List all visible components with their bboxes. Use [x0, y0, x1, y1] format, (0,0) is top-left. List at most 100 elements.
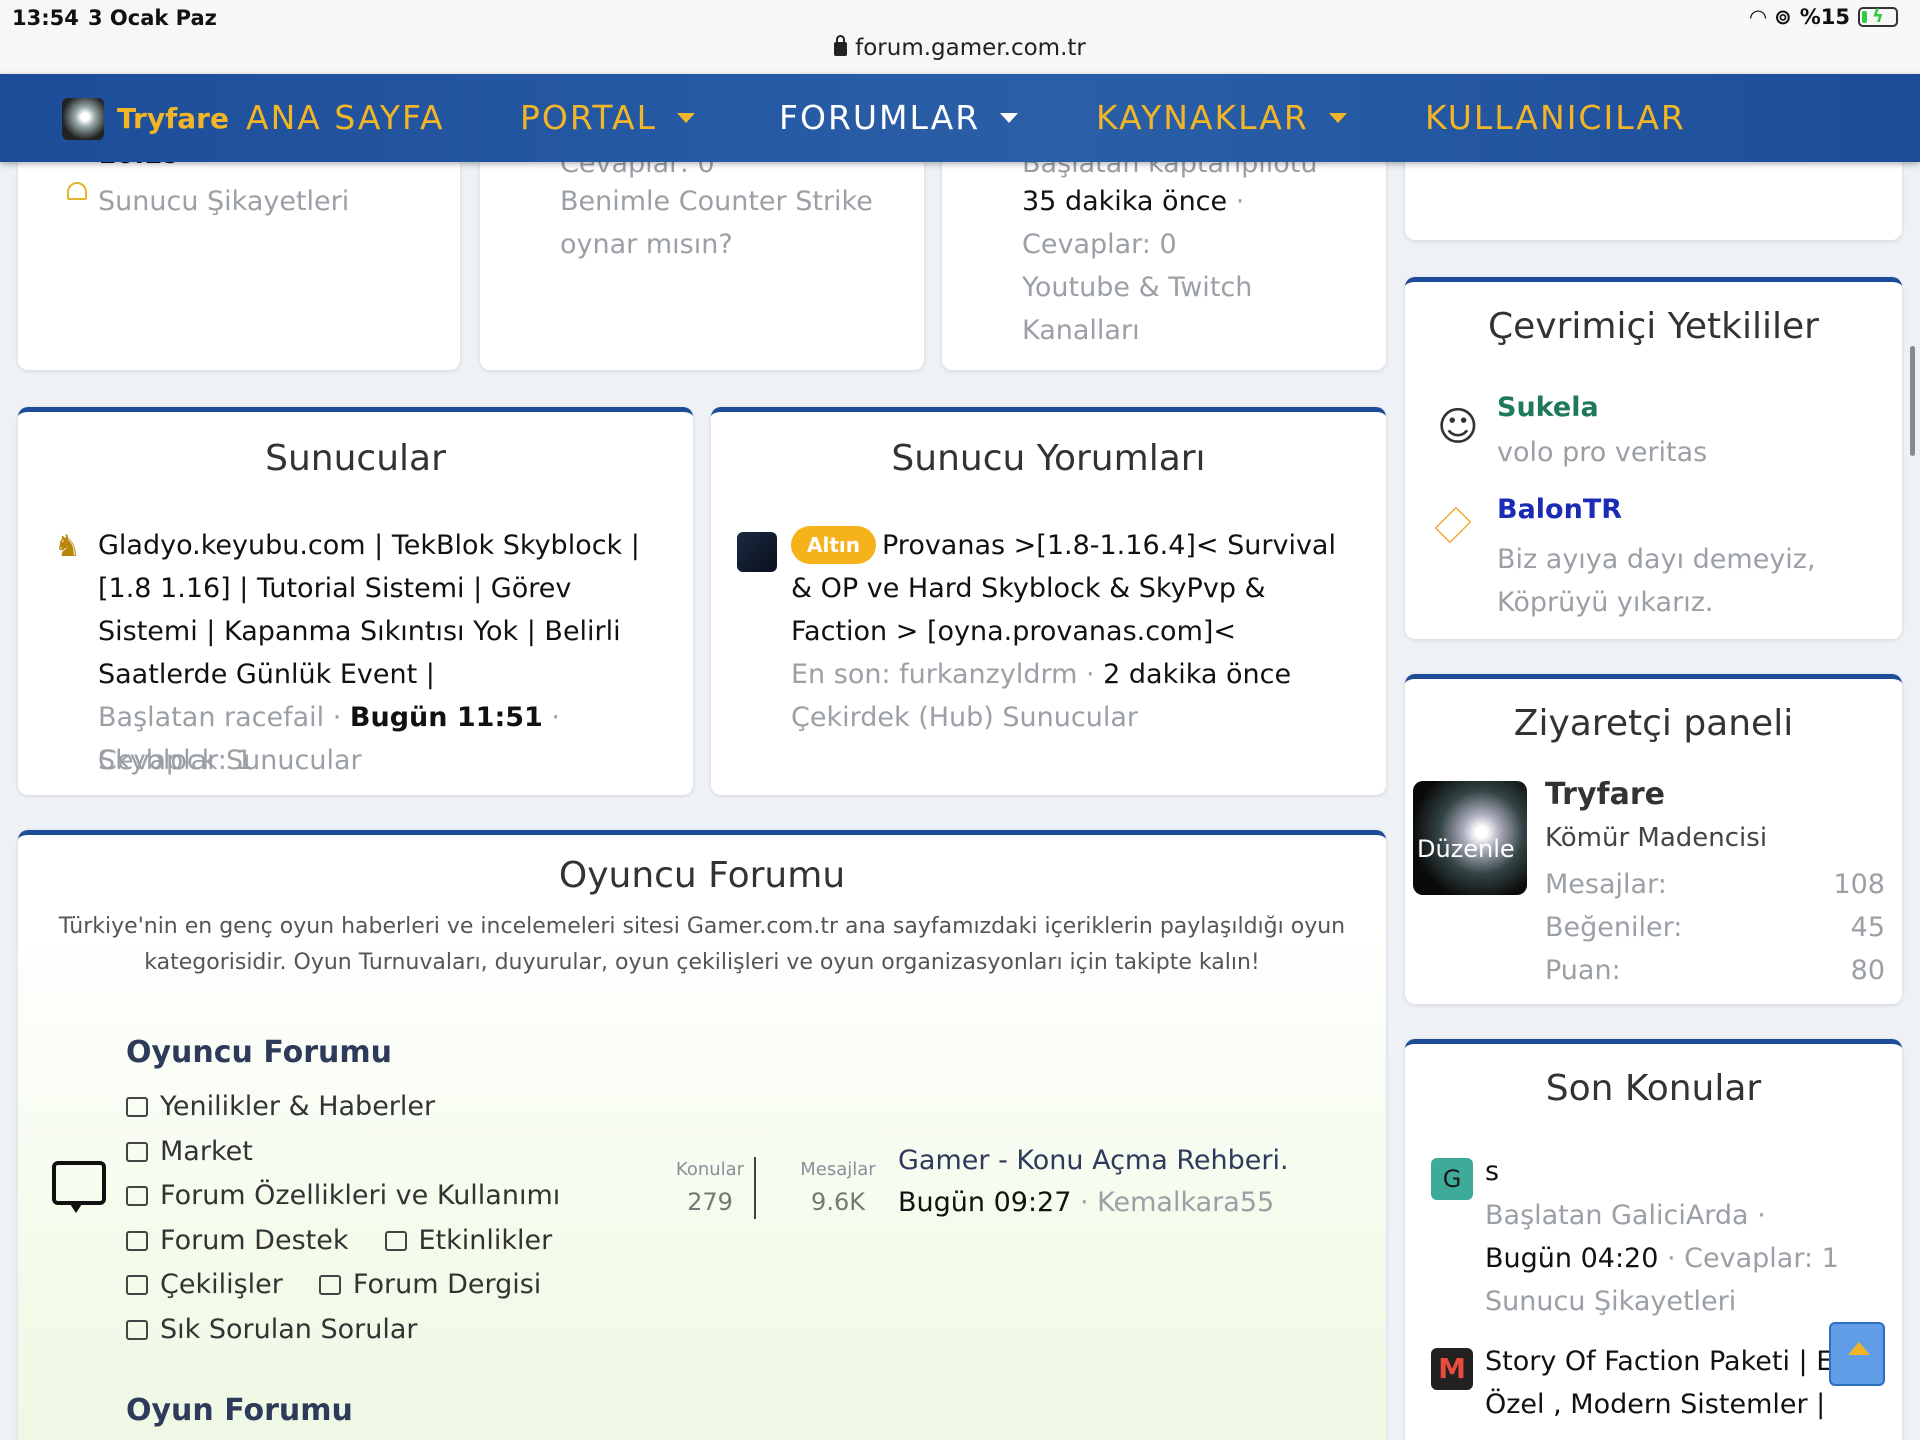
player-forum-title: Oyuncu Forumu: [558, 855, 846, 896]
speech-icon: [384, 1230, 407, 1251]
scroll-to-top-button[interactable]: [1829, 1322, 1885, 1386]
stat-row: Beğeniler: 45: [1545, 906, 1885, 949]
nav-forums[interactable]: FORUMLAR: [779, 98, 1019, 137]
avatar-edit-label[interactable]: Düzenle: [1417, 835, 1515, 863]
status-bar: 13:54 3 Ocak Paz ◠ ⊚ %15 ϟ: [0, 0, 1920, 34]
subforum-row: Sık Sorulan Sorular: [126, 1308, 586, 1353]
threads-count: 279: [687, 1188, 733, 1216]
subforum-row: Yenilikler & Haberler: [126, 1085, 586, 1130]
latest-thread-time: Bugün 09:27: [898, 1187, 1072, 1218]
stat-value[interactable]: 108: [1833, 863, 1885, 906]
stat-row: Mesajlar: 108: [1545, 863, 1885, 906]
recent-thread-title[interactable]: Story Of Faction Paketi | Eşsiz Özel , M…: [1485, 1340, 1885, 1426]
review-time: 2 dakika önce: [1103, 659, 1292, 690]
top-card-3-time: 35 dakika önce ·: [1022, 186, 1245, 217]
player-forum-description: Türkiye'nin en genç oyun haberleri ve in…: [58, 914, 1346, 975]
review-thread-title[interactable]: Altın Provanas >[1.8-1.16.4]< Survival & …: [791, 524, 1361, 653]
status-time: 13:54: [12, 6, 79, 30]
stat-value[interactable]: 45: [1851, 906, 1885, 949]
lock-icon: [834, 35, 848, 56]
site-logo[interactable]: [62, 98, 104, 140]
subforum-link[interactable]: Etkinlikler: [419, 1225, 553, 1256]
stat-divider: [754, 1157, 756, 1219]
visitor-rank: Kömür Madencisi: [1545, 823, 1768, 853]
latest-thread-user[interactable]: Kemalkara55: [1097, 1187, 1274, 1218]
subforum-list: Yenilikler & Haberler Market Forum Özell…: [126, 1085, 586, 1352]
servers-thread-title[interactable]: Gladyo.keyubu.com | TekBlok Skyblock | […: [98, 524, 668, 696]
recent-avatar[interactable]: G: [1431, 1158, 1473, 1200]
right-top-card: [1405, 150, 1902, 240]
top-card-2-title[interactable]: Benimle Counter Strike oynar mısın?: [560, 180, 900, 266]
spartan-helmet-icon: ♞: [54, 529, 81, 564]
subforum-link[interactable]: Forum Dergisi: [353, 1269, 541, 1300]
speech-icon: [126, 1230, 148, 1251]
review-category[interactable]: Çekirdek (Hub) Sunucular: [791, 696, 1138, 739]
subforum-link[interactable]: Yenilikler & Haberler: [160, 1091, 435, 1122]
review-last[interactable]: En son: furkanzyldrm: [791, 659, 1077, 690]
visitor-stats: Mesajlar: 108 Beğeniler: 45 Puan: 80: [1545, 863, 1885, 992]
reviews-card: Sunucu Yorumları Altın Provanas >[1.8-1.1…: [711, 407, 1386, 795]
visitor-name[interactable]: Tryfare: [1545, 777, 1665, 812]
chevron-down-icon: [1000, 113, 1019, 123]
status-date: 3 Ocak Paz: [88, 6, 217, 30]
address-bar[interactable]: forum.gamer.com.tr: [0, 34, 1920, 74]
messages-label: Mesajlar: [800, 1159, 876, 1180]
top-card-3-replies: Cevaplar: 0: [1022, 229, 1177, 260]
next-node-title[interactable]: Oyun Forumu: [126, 1393, 353, 1428]
recent-thread-time: Bugün 04:20: [1485, 1243, 1659, 1274]
chibi-avatar-icon: ☺: [1437, 404, 1479, 450]
nav-users[interactable]: KULLANICILAR: [1425, 98, 1686, 137]
bell-icon: [67, 182, 87, 200]
subforum-link[interactable]: Forum Destek: [160, 1225, 349, 1256]
chevron-down-icon: [1328, 113, 1347, 123]
servers-starter[interactable]: Başlatan racefail: [98, 702, 324, 733]
stat-value[interactable]: 80: [1851, 949, 1885, 992]
recent-title: Son Konular: [1545, 1068, 1762, 1109]
subforum-link[interactable]: Market: [160, 1136, 253, 1167]
top-card-1: 10:29 Sunucu Şikayetleri: [18, 140, 460, 370]
recent-thread-replies: Cevaplar: 1: [1684, 1243, 1839, 1274]
subforum-row: Çekilişler Forum Dergisi: [126, 1263, 586, 1308]
servers-category[interactable]: Skyblock Sunucular: [98, 739, 362, 782]
recent-threads-card: Son Konular G s Başlatan GaliciArda · Bu…: [1405, 1039, 1902, 1440]
staff-member-name[interactable]: Sukela: [1497, 392, 1599, 423]
nav-portal[interactable]: PORTAL: [520, 98, 695, 137]
staff-member-tagline: Biz ayıya dayı demeyiz, Köprüyü yıkarız.: [1497, 544, 1816, 618]
battery-percent: %15: [1799, 5, 1850, 29]
speech-icon: [126, 1186, 148, 1206]
stat-label: Beğeniler:: [1545, 912, 1683, 943]
threads-stat: Konular 279: [640, 1159, 780, 1216]
subforum-row: Forum Özellikleri ve Kullanımı: [126, 1174, 586, 1219]
speech-icon: [126, 1275, 148, 1295]
staff-member-name[interactable]: BalonTR: [1497, 494, 1622, 525]
visitor-card: Ziyaretçi paneli Düzenle Tryfare Kömür M…: [1405, 674, 1902, 1004]
note-icon: [126, 1319, 148, 1340]
messages-count: 9.6K: [811, 1188, 865, 1216]
main-nav: Tryfare ANA SAYFA PORTAL FORUMLAR KAYNAK…: [0, 74, 1920, 162]
nav-resources[interactable]: KAYNAKLAR: [1096, 98, 1347, 137]
latest-thread-title[interactable]: Gamer - Konu Açma Rehberi.: [898, 1145, 1289, 1176]
scrollbar-thumb[interactable]: [1910, 346, 1915, 456]
subforum-link[interactable]: Sık Sorulan Sorular: [160, 1314, 418, 1345]
latest-thread-meta: Bugün 09:27 · Kemalkara55: [898, 1187, 1275, 1218]
recent-avatar[interactable]: M: [1431, 1348, 1473, 1390]
recent-thread-category[interactable]: Sunucu Şikayetleri: [1485, 1280, 1736, 1323]
stat-label: Mesajlar:: [1545, 869, 1667, 900]
node-title[interactable]: Oyuncu Forumu: [126, 1035, 392, 1070]
servers-time: Bugün 11:51: [349, 702, 543, 733]
recent-thread-starter: Başlatan GaliciArda ·: [1485, 1200, 1766, 1231]
chat-bubble-tail: [68, 1201, 84, 1213]
visitor-avatar[interactable]: Düzenle: [1413, 781, 1527, 895]
review-avatar[interactable]: [737, 532, 777, 572]
top-card-3-category[interactable]: Youtube & Twitch Kanalları: [1022, 266, 1322, 352]
speech-icon: [318, 1275, 341, 1295]
threads-label: Konular: [675, 1159, 745, 1180]
subforum-row: Market: [126, 1130, 586, 1175]
recent-thread-title[interactable]: s: [1485, 1156, 1499, 1187]
subforum-link[interactable]: Forum Özellikleri ve Kullanımı: [160, 1180, 560, 1211]
nav-home[interactable]: ANA SAYFA: [246, 98, 445, 137]
nav-brand[interactable]: Tryfare: [117, 102, 229, 135]
subforum-link[interactable]: Çekilişler: [160, 1269, 283, 1300]
url-text: forum.gamer.com.tr: [855, 35, 1086, 61]
top-card-1-category[interactable]: Sunucu Şikayetleri: [98, 180, 349, 223]
